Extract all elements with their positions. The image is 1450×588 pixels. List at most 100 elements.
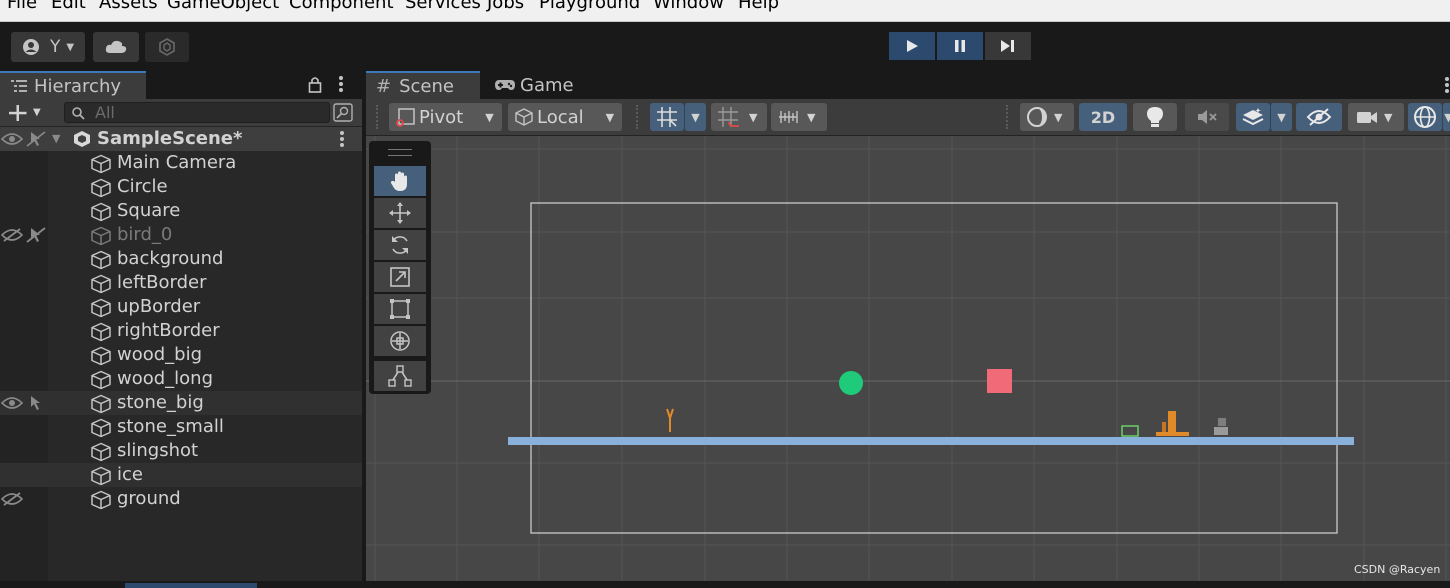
scene-more-icon[interactable] (339, 130, 345, 148)
hierarchy-item[interactable]: rightBorder (0, 319, 362, 343)
account-button[interactable]: Y ▼ (11, 32, 85, 62)
scene-viewport[interactable] (366, 136, 1450, 581)
ruler-icon (779, 111, 798, 123)
menu-playground[interactable]: Playground (539, 0, 640, 13)
hierarchy-item-label: upBorder (117, 296, 201, 317)
visibility-toggle[interactable] (1296, 103, 1342, 131)
pivot-dropdown[interactable]: Pivot ▼ (389, 103, 502, 131)
tab-scene[interactable]: # Scene (366, 71, 480, 99)
menu-component[interactable]: Component (289, 0, 394, 13)
menu-gameobject[interactable]: GameObject (167, 0, 279, 13)
increment-snap-dropdown[interactable]: ▼ (711, 103, 767, 131)
tools-grip[interactable] (388, 149, 412, 156)
chevron-down-icon[interactable]: ▼ (52, 132, 60, 145)
hierarchy-item[interactable]: stone_small (0, 415, 362, 439)
hierarchy-item-label: Circle (117, 176, 168, 197)
hierarchy-item[interactable]: wood_big (0, 343, 362, 367)
eye-hidden-icon[interactable] (1, 228, 23, 242)
scene-row[interactable]: ▼ SampleScene* (0, 127, 362, 151)
transform-icon (390, 331, 410, 351)
hierarchy-item[interactable]: ice (0, 463, 362, 487)
scale-tool[interactable] (374, 262, 426, 292)
effects-toggle[interactable] (1236, 103, 1270, 131)
more-icon[interactable] (1444, 76, 1450, 94)
menu-assets[interactable]: Assets (99, 0, 158, 13)
hierarchy-item[interactable]: background (0, 247, 362, 271)
2d-toggle[interactable]: 2D (1079, 103, 1127, 131)
hierarchy-item[interactable]: stone_big (0, 391, 362, 415)
menu-help[interactable]: Help (738, 0, 779, 13)
hierarchy-item[interactable]: wood_long (0, 367, 362, 391)
increment-snap-icon (718, 107, 739, 127)
lock-icon[interactable] (308, 76, 322, 93)
grid-snap-menu[interactable]: ▼ (684, 103, 706, 131)
menu-jobs[interactable]: Jobs (487, 0, 524, 13)
collab-button[interactable] (145, 32, 189, 62)
play-button[interactable] (889, 32, 935, 60)
camera-dropdown[interactable]: ▼ (1348, 103, 1404, 131)
hand-icon (390, 171, 407, 191)
audio-toggle[interactable] (1185, 103, 1229, 131)
grid-snap-toggle[interactable] (650, 103, 684, 131)
ruler-dropdown[interactable]: ▼ (771, 103, 827, 131)
hierarchy-item[interactable]: Main Camera (0, 151, 362, 175)
wood-big-sprite (1168, 411, 1176, 433)
eye-icon[interactable] (1, 396, 23, 410)
lighting-toggle[interactable] (1133, 103, 1177, 131)
eye-icon[interactable] (1, 132, 23, 146)
cloud-icon (105, 40, 127, 53)
chevron-down-icon: ▼ (605, 110, 615, 124)
pickable-icon[interactable] (25, 394, 47, 412)
gameobject-icon (91, 250, 111, 270)
hierarchy-item[interactable]: Square (0, 199, 362, 223)
transform-tool[interactable] (374, 326, 426, 356)
ice-sprite (1121, 425, 1139, 437)
hand-tool[interactable] (374, 166, 426, 196)
effects-menu[interactable]: ▼ (1270, 103, 1292, 131)
hierarchy-tabbar: Hierarchy (0, 69, 362, 99)
hierarchy-item[interactable]: leftBorder (0, 271, 362, 295)
move-tool[interactable] (374, 198, 426, 228)
eye-hidden-icon[interactable] (1, 492, 23, 506)
gizmos-toggle[interactable] (1408, 103, 1442, 131)
square-sprite (987, 369, 1012, 393)
scene-canvas[interactable] (366, 136, 1450, 581)
rect-tool[interactable] (374, 294, 426, 324)
shading-sphere-icon (1027, 107, 1047, 127)
gameobject-icon (91, 202, 111, 222)
gameobject-icon (91, 418, 111, 438)
local-dropdown[interactable]: Local ▼ (508, 103, 622, 131)
pickable-icon[interactable] (25, 130, 47, 148)
unpickable-icon[interactable] (25, 226, 47, 244)
menu-file[interactable]: File (7, 0, 37, 13)
hierarchy-search-input[interactable]: All (64, 102, 330, 123)
step-button[interactable] (985, 32, 1031, 60)
hierarchy-item-label: rightBorder (117, 320, 220, 341)
search-icon (72, 107, 85, 120)
pause-button[interactable] (937, 32, 983, 60)
chevron-down-icon[interactable]: ▼ (33, 107, 41, 118)
add-icon[interactable] (8, 104, 28, 122)
menu-edit[interactable]: Edit (51, 0, 86, 13)
search-mode-icon[interactable] (333, 103, 353, 122)
gameobject-icon (91, 178, 111, 198)
menu-services[interactable]: Services (405, 0, 481, 13)
cloud-button[interactable] (93, 32, 139, 62)
more-icon[interactable] (338, 75, 344, 93)
shading-dropdown[interactable]: ▼ (1020, 103, 1074, 131)
hierarchy-item[interactable]: upBorder (0, 295, 362, 319)
hierarchy-item[interactable]: ground (0, 487, 362, 511)
hierarchy-item[interactable]: bird_0 (0, 223, 362, 247)
hierarchy-item[interactable]: Circle (0, 175, 362, 199)
tab-hierarchy[interactable]: Hierarchy (0, 71, 146, 99)
menu-window[interactable]: Window (653, 0, 724, 13)
hierarchy-item-label: slingshot (117, 440, 199, 461)
custom-tool[interactable] (374, 361, 426, 391)
gizmos-menu[interactable]: ▼ (1442, 103, 1450, 131)
tab-game[interactable]: Game (494, 71, 594, 99)
rotate-tool[interactable] (374, 230, 426, 260)
hierarchy-item-label: Main Camera (117, 152, 237, 173)
hierarchy-item-label: bird_0 (117, 224, 173, 245)
pivot-icon (396, 108, 415, 127)
hierarchy-item[interactable]: slingshot (0, 439, 362, 463)
